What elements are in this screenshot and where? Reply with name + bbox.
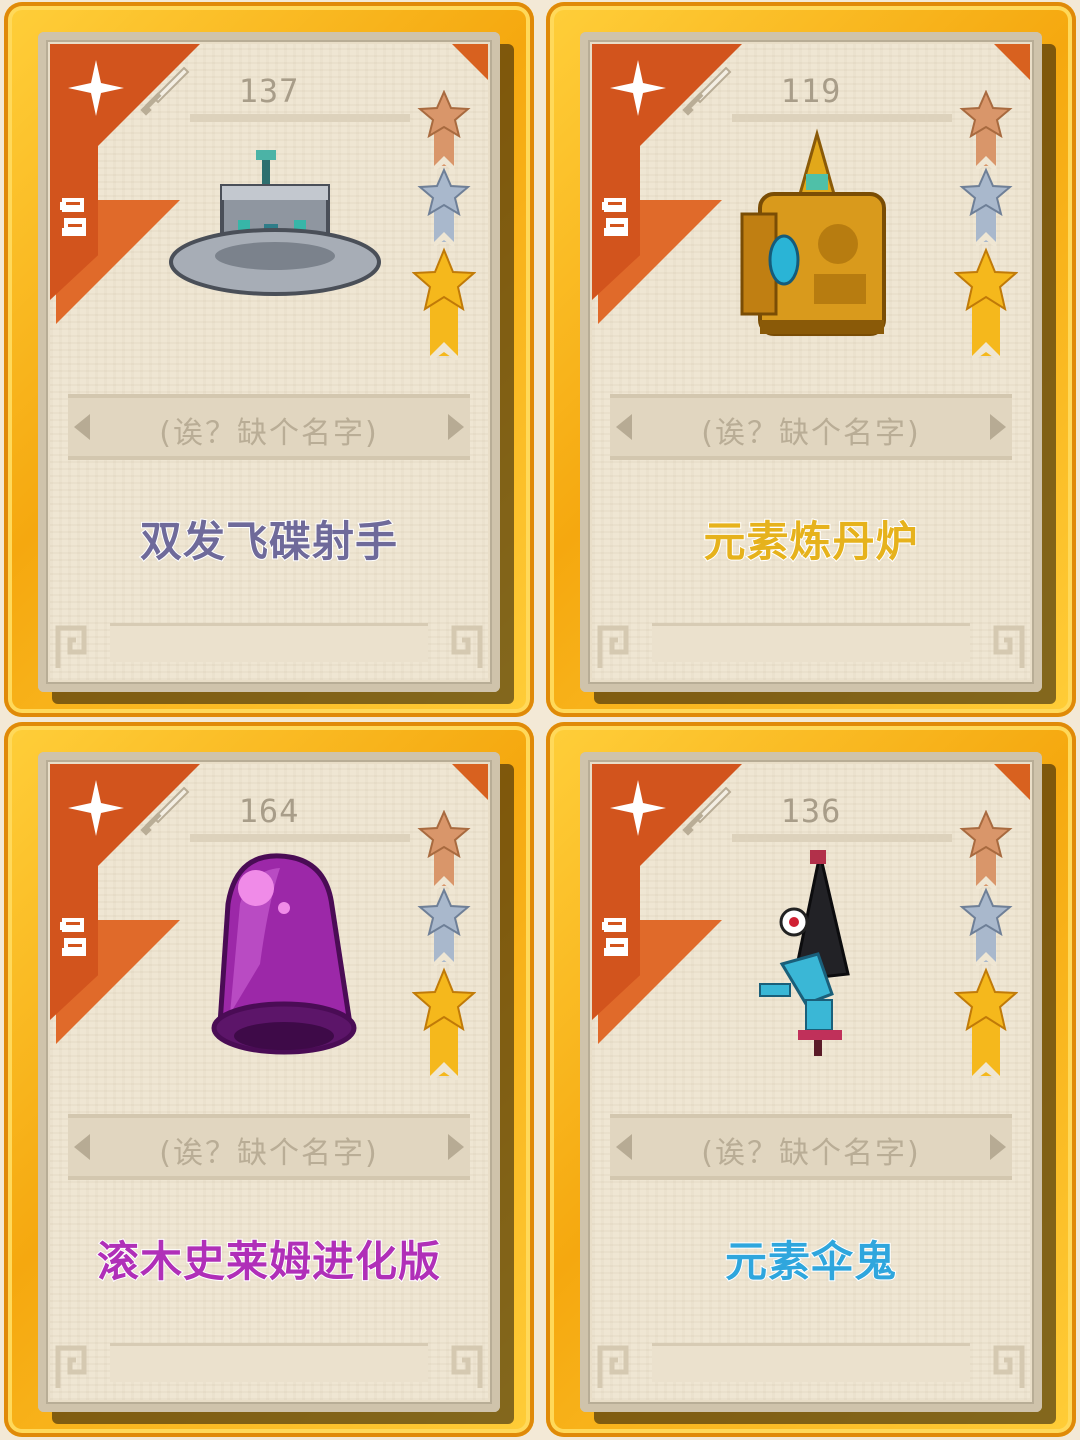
- bronze-star-icon: [959, 90, 1013, 172]
- name-field[interactable]: (诶？缺个名字): [68, 1114, 470, 1180]
- card-paper: 164 (诶？缺个名字) 滚木史莱姆进化版: [50, 764, 488, 1400]
- power-underline: [190, 834, 410, 842]
- power-underline: [732, 114, 952, 122]
- card-paper: 137 (诶？缺个名字) 双发飞碟射手: [50, 44, 488, 680]
- card-paper: 136 (诶？缺个名字) 元素伞鬼: [592, 764, 1030, 1400]
- character-card-2[interactable]: 119 (诶？缺个名字) 元素炼丹炉: [546, 2, 1076, 717]
- card-inner: 119 (诶？缺个名字) 元素炼丹炉: [580, 32, 1042, 692]
- rank-ribbons: [954, 90, 1018, 360]
- card-inner: 164 (诶？缺个名字) 滚木史莱姆进化版: [38, 752, 500, 1412]
- bronze-star-icon: [959, 810, 1013, 892]
- fret-ornament-icon: [597, 625, 629, 668]
- name-placeholder: (诶？缺个名字): [159, 1136, 379, 1171]
- rank-ribbons: [412, 810, 476, 1080]
- power-underline: [190, 114, 410, 122]
- footer-bar: [110, 1343, 428, 1382]
- name-field[interactable]: (诶？缺个名字): [610, 1114, 1012, 1180]
- gold-star-icon: [412, 247, 476, 360]
- card-inner: 136 (诶？缺个名字) 元素伞鬼: [580, 752, 1042, 1412]
- name-placeholder: (诶？缺个名字): [701, 1136, 921, 1171]
- corner-accent: [994, 764, 1030, 800]
- fret-ornament-icon: [451, 1345, 483, 1388]
- name-field[interactable]: (诶？缺个名字): [610, 394, 1012, 460]
- rank-ribbons: [412, 90, 476, 360]
- silver-star-icon: [959, 167, 1013, 248]
- name-placeholder: (诶？缺个名字): [159, 416, 379, 451]
- arrow-right-icon[interactable]: [990, 1134, 1006, 1160]
- silver-star-icon: [959, 887, 1013, 968]
- footer-bar: [110, 623, 428, 662]
- name-field[interactable]: (诶？缺个名字): [68, 394, 470, 460]
- silver-star-icon: [417, 167, 471, 248]
- umbrella-ghost-icon: [702, 844, 932, 1074]
- gold-star-icon: [954, 247, 1018, 360]
- gold-star-icon: [954, 967, 1018, 1080]
- fret-ornament-icon: [993, 1345, 1025, 1388]
- fret-ornament-icon: [597, 1345, 629, 1388]
- character-card-1[interactable]: 137 (诶？缺个名字) 双发飞碟射手: [4, 2, 534, 717]
- fret-ornament-icon: [55, 1345, 87, 1388]
- bronze-star-icon: [417, 810, 471, 892]
- footer-bar: [652, 623, 970, 662]
- fist-icon: [602, 918, 628, 956]
- fret-ornament-icon: [451, 625, 483, 668]
- character-card-4[interactable]: 136 (诶？缺个名字) 元素伞鬼: [546, 722, 1076, 1437]
- corner-accent: [994, 44, 1030, 80]
- card-title: 元素炼丹炉: [702, 516, 919, 567]
- rank-ribbons: [954, 810, 1018, 1080]
- purple-slime-bell-icon: [160, 844, 390, 1074]
- arrow-right-icon[interactable]: [990, 414, 1006, 440]
- card-grid: 137 (诶？缺个名字) 双发飞碟射手 119 (诶？缺个名字) 元素炼丹炉 1…: [0, 0, 1080, 1440]
- footer-bar: [652, 1343, 970, 1382]
- corner-accent: [452, 764, 488, 800]
- card-title: 双发飞碟射手: [139, 516, 398, 567]
- golden-furnace-icon: [702, 124, 932, 354]
- bronze-star-icon: [417, 90, 471, 172]
- card-inner: 137 (诶？缺个名字) 双发飞碟射手: [38, 32, 500, 692]
- character-card-3[interactable]: 164 (诶？缺个名字) 滚木史莱姆进化版: [4, 722, 534, 1437]
- card-title: 滚木史莱姆进化版: [96, 1236, 441, 1287]
- power-underline: [732, 834, 952, 842]
- fret-ornament-icon: [55, 625, 87, 668]
- ufo-hat-icon: [160, 124, 390, 354]
- fist-icon: [60, 918, 86, 956]
- fret-ornament-icon: [993, 625, 1025, 668]
- corner-accent: [452, 44, 488, 80]
- arrow-right-icon[interactable]: [448, 414, 464, 440]
- gold-star-icon: [412, 967, 476, 1080]
- name-placeholder: (诶？缺个名字): [701, 416, 921, 451]
- arrow-right-icon[interactable]: [448, 1134, 464, 1160]
- fist-icon: [602, 198, 628, 236]
- card-title: 元素伞鬼: [724, 1236, 897, 1287]
- card-paper: 119 (诶？缺个名字) 元素炼丹炉: [592, 44, 1030, 680]
- fist-icon: [60, 198, 86, 236]
- silver-star-icon: [417, 887, 471, 968]
